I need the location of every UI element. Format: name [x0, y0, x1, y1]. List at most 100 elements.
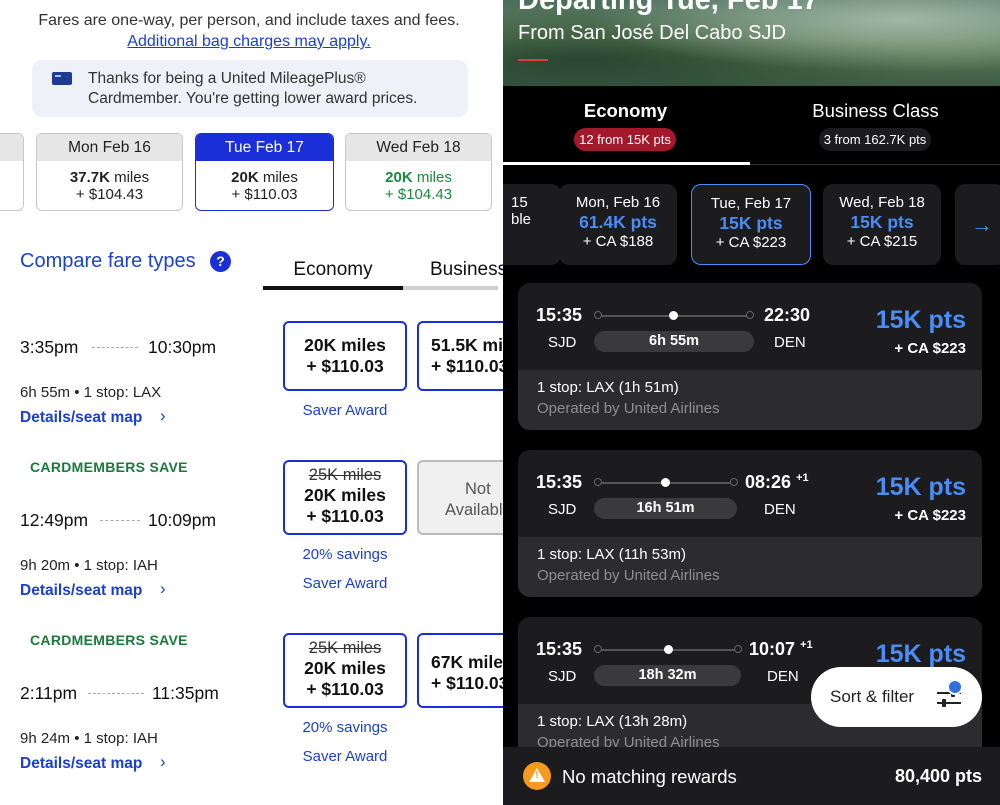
cash-price: + CA $223: [894, 507, 966, 524]
fare-miles: 20K miles: [304, 335, 386, 355]
flight-card[interactable]: 15:35 22:30 SJD 6h 55m DEN 15K pts + CA …: [518, 283, 982, 430]
date-cash: + $104.43: [75, 186, 144, 203]
depart-time: 2:11pm: [20, 683, 78, 703]
united-panel: Fares are one-way, per person, and inclu…: [0, 0, 503, 805]
aeroplan-panel: Departing Tue, Feb 17 From San José Del …: [503, 0, 1000, 805]
sort-filter-button[interactable]: Sort & filter: [811, 667, 982, 727]
no-matching-rewards: No matching rewards: [562, 766, 737, 787]
tab-economy[interactable]: Economy: [503, 100, 748, 122]
destination-code: DEN: [774, 334, 806, 351]
stop-info: 1 stop: LAX (13h 28m): [537, 713, 688, 730]
date-card-prev[interactable]: 15 ble: [503, 184, 561, 265]
date-card-label: 15: [511, 194, 528, 211]
arrive-time: 10:09pm: [148, 510, 217, 530]
cardmembers-save-badge: CARDMEMBERS SAVE: [30, 459, 188, 475]
warning-icon: !: [523, 762, 551, 790]
cash-price: + CA $223: [894, 340, 966, 357]
na-line2: Available: [445, 501, 503, 519]
points-price: 15K pts: [875, 473, 966, 501]
fares-note: Fares are one-way, per person, and inclu…: [38, 12, 460, 29]
origin-marker: [594, 645, 602, 653]
stop-dot: [661, 478, 670, 487]
flight-card-footer: 1 stop: LAX (1h 51m) Operated by United …: [518, 370, 982, 430]
date-card-mon-feb-16[interactable]: Mon, Feb 16 61.4K pts + CA $188: [559, 184, 677, 265]
fare-miles: 67K miles: [431, 652, 503, 672]
date-card-cash: + CA $223: [715, 234, 787, 251]
help-icon[interactable]: ?: [210, 251, 231, 272]
tab-business-class[interactable]: Business Class: [753, 100, 998, 122]
destination-marker: [730, 478, 738, 486]
destination-code: DEN: [764, 501, 796, 518]
points-price: 15K pts: [875, 640, 966, 668]
stop-dot: [669, 311, 678, 320]
duration-pill: 6h 55m: [594, 331, 754, 352]
hero-accent-line: [518, 59, 548, 61]
date-card-pts: 15K pts: [850, 212, 914, 232]
next-dates-button[interactable]: →: [955, 184, 1000, 265]
date-label: Mon Feb 16: [37, 134, 182, 161]
details-seat-map-link[interactable]: Details/seat map: [20, 755, 142, 773]
flight-card-footer: 1 stop: LAX (11h 53m) Operated by United…: [518, 537, 982, 597]
business-not-available: Not Available: [417, 460, 503, 535]
economy-fare-button[interactable]: 20K miles + $110.03: [283, 321, 407, 391]
points-balance: 80,400 pts: [894, 766, 982, 786]
fare-miles: 20K miles: [304, 658, 386, 678]
date-card-tue-feb-17[interactable]: Tue, Feb 17 15K pts + CA $223: [691, 184, 811, 265]
date-miles: 20K: [231, 169, 259, 186]
tab-economy[interactable]: Economy: [263, 259, 403, 281]
origin-code: SJD: [548, 334, 577, 351]
date-card-wed-feb-18[interactable]: Wed Feb 18 20K miles + $104.43: [345, 133, 492, 211]
saver-award-label: Saver Award: [302, 402, 388, 419]
credit-card-icon: [52, 72, 72, 85]
bag-charges-link[interactable]: Additional bag charges may apply.: [0, 33, 498, 51]
details-seat-map-link[interactable]: Details/seat map: [20, 409, 142, 427]
tab-business[interactable]: Business: [430, 259, 503, 281]
business-fare-button[interactable]: 51.5K miles + $110.03: [417, 321, 503, 391]
date-card-prev[interactable]: [0, 133, 24, 211]
route-dash: [88, 693, 144, 694]
economy-fare-button[interactable]: 25K miles 20K miles + $110.03: [283, 633, 407, 708]
cabin-tab-indicator: [503, 162, 750, 165]
date-card-tue-feb-17[interactable]: Tue Feb 17 20K miles + $110.03: [195, 133, 334, 211]
fare-cash: + $110.03: [306, 679, 384, 699]
compare-fare-types-link[interactable]: Compare fare types: [20, 250, 196, 273]
stop-info: 1 stop: LAX (1h 51m): [537, 379, 679, 396]
chevron-right-icon: ›: [160, 406, 166, 425]
original-fare: 25K miles: [308, 639, 382, 657]
flight-info: 9h 24m • 1 stop: IAH: [20, 730, 158, 747]
operator-info: Operated by United Airlines: [537, 400, 720, 417]
date-card-cash: + CA $188: [582, 233, 654, 250]
date-miles-unit: miles: [412, 169, 452, 186]
details-seat-map-link[interactable]: Details/seat map: [20, 582, 142, 600]
date-card-pts: 15K pts: [719, 213, 783, 233]
date-card-pts: 61.4K pts: [579, 212, 657, 232]
filter-active-dot: [947, 679, 963, 695]
flight-info: 9h 20m • 1 stop: IAH: [20, 557, 158, 574]
hero-title: Departing Tue, Feb 17: [518, 0, 819, 16]
cardmembers-save-badge: CARDMEMBERS SAVE: [30, 632, 188, 648]
economy-fare-button[interactable]: 25K miles 20K miles + $110.03: [283, 460, 407, 535]
date-miles: 20K: [385, 169, 413, 186]
na-line1: Not: [465, 480, 491, 498]
date-card-wed-feb-18[interactable]: Wed, Feb 18 15K pts + CA $215: [823, 184, 941, 265]
date-card-cash: ble: [511, 211, 532, 228]
arrival-time: 08:26 +1: [745, 472, 809, 492]
date-label: Tue Feb 17: [196, 134, 333, 161]
stop-dot: [664, 645, 673, 654]
flight-card[interactable]: 15:35 08:26 +1 SJD 16h 51m DEN 15K pts +…: [518, 450, 982, 597]
operator-info: Operated by United Airlines: [537, 567, 720, 584]
destination-marker: [734, 645, 742, 653]
date-card-label: Mon, Feb 16: [575, 194, 661, 211]
points-price: 15K pts: [875, 306, 966, 334]
tab-indicator: [263, 286, 403, 290]
mileageplus-banner-text: Thanks for being a United MileagePlus® C…: [88, 70, 418, 107]
depart-time: 12:49pm: [20, 510, 89, 530]
business-fare-button[interactable]: 67K miles + $110.03: [417, 633, 503, 708]
origin-marker: [594, 478, 602, 486]
date-card-mon-feb-16[interactable]: Mon Feb 16 37.7K miles + $104.43: [36, 133, 183, 211]
economy-count-badge: 12 from 15K pts: [574, 128, 676, 151]
chevron-right-icon: ›: [160, 752, 166, 771]
date-miles-unit: miles: [109, 169, 150, 186]
duration-pill: 16h 51m: [594, 498, 737, 519]
depart-time: 3:35pm: [20, 337, 79, 357]
